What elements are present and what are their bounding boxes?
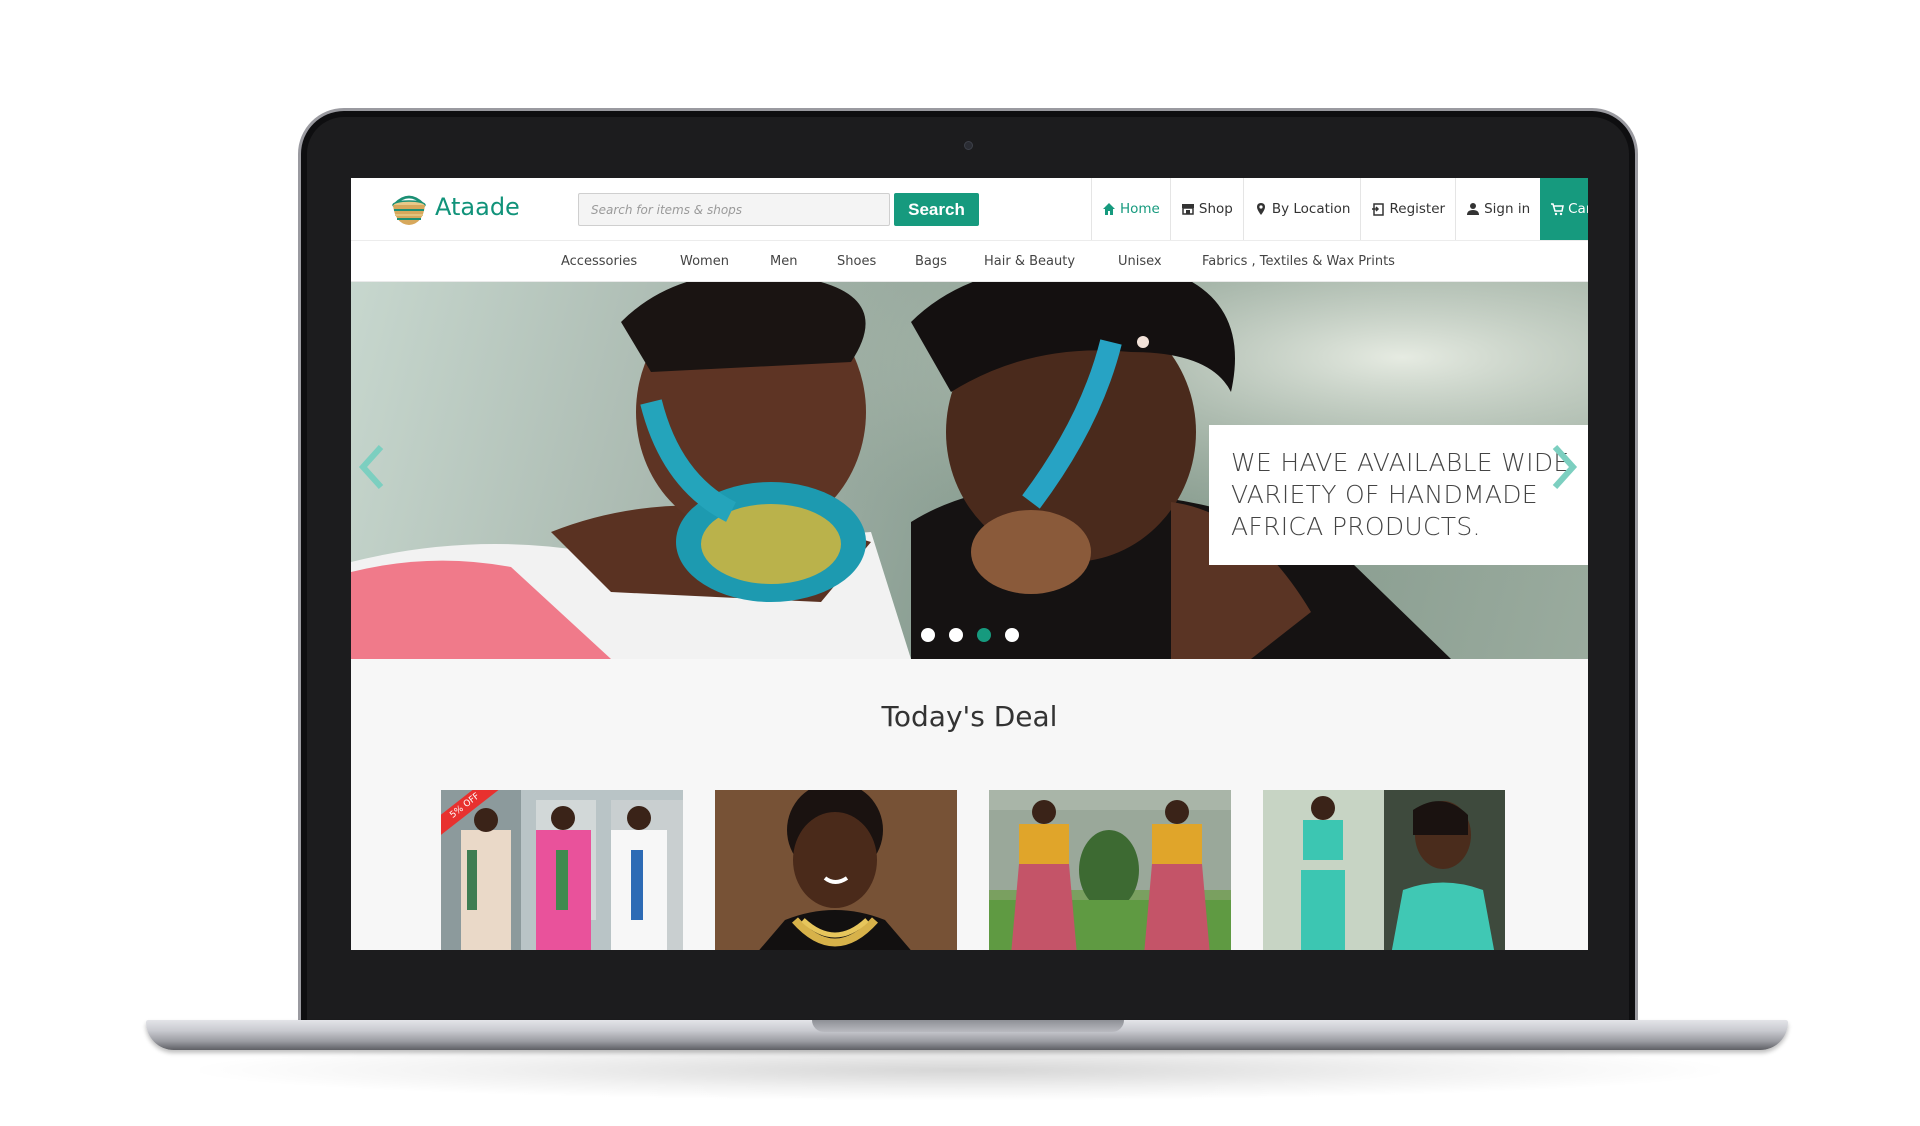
- basket-logo-icon[interactable]: [389, 190, 429, 228]
- nav-home-label: Home: [1120, 201, 1160, 217]
- slider-dots: [921, 628, 1019, 642]
- hero-slider: We have available wide variety of handma…: [351, 282, 1588, 659]
- deals-title: Today's Deal: [881, 700, 1058, 733]
- deal-card-2[interactable]: [715, 790, 957, 950]
- home-icon: [1103, 203, 1115, 215]
- deal-image-2: [715, 790, 957, 950]
- nav-cart[interactable]: Cart (2): [1540, 178, 1588, 240]
- laptop-hinge-notch: [812, 1020, 1124, 1032]
- nav-by-location[interactable]: By Location: [1242, 178, 1361, 240]
- category-hair-beauty[interactable]: Hair & Beauty: [984, 254, 1075, 269]
- deal-card-4[interactable]: [1263, 790, 1505, 950]
- search-button[interactable]: Search: [894, 193, 979, 226]
- nav-register-label: Register: [1389, 201, 1446, 217]
- hero-caption: We have available wide variety of handma…: [1231, 448, 1570, 541]
- category-bags[interactable]: Bags: [915, 254, 947, 269]
- chevron-left-icon[interactable]: [355, 443, 389, 491]
- top-nav: Home Shop By Location Register Sign in C…: [1091, 178, 1588, 240]
- nav-sign-in[interactable]: Sign in: [1455, 178, 1540, 240]
- nav-shop-label: Shop: [1198, 201, 1233, 217]
- brand-name[interactable]: Ataade: [435, 193, 520, 221]
- nav-cart-label: Cart (2): [1568, 201, 1588, 217]
- slider-dot-2[interactable]: [949, 628, 963, 642]
- deal-card-1[interactable]: 5% OFF: [441, 790, 683, 950]
- category-bar: Accessories Women Men Shoes Bags Hair & …: [351, 241, 1588, 282]
- category-unisex[interactable]: Unisex: [1118, 254, 1162, 269]
- map-pin-icon: [1256, 203, 1265, 215]
- slider-dot-1[interactable]: [921, 628, 935, 642]
- shop-icon: [1181, 204, 1194, 215]
- slider-dot-3[interactable]: [977, 628, 991, 642]
- slider-dot-4[interactable]: [1005, 628, 1019, 642]
- category-women[interactable]: Women: [680, 254, 729, 269]
- nav-sign-in-label: Sign in: [1484, 201, 1531, 217]
- cart-icon: [1551, 203, 1565, 216]
- search-input[interactable]: [578, 193, 890, 226]
- category-men[interactable]: Men: [770, 254, 797, 269]
- chevron-right-icon[interactable]: [1547, 443, 1581, 491]
- nav-register[interactable]: Register: [1360, 178, 1455, 240]
- deal-image-3: [989, 790, 1231, 950]
- hero-caption-box: We have available wide variety of handma…: [1209, 425, 1588, 565]
- category-accessories[interactable]: Accessories: [561, 254, 637, 269]
- user-icon: [1467, 203, 1480, 215]
- category-fabrics[interactable]: Fabrics , Textiles & Wax Prints: [1202, 254, 1395, 269]
- browser-viewport: Ataade Search Home Shop: [351, 178, 1588, 950]
- deal-image-4: [1263, 790, 1505, 950]
- register-icon: [1372, 203, 1385, 216]
- deal-image-1: [441, 790, 683, 950]
- category-shoes[interactable]: Shoes: [837, 254, 876, 269]
- site-header: Ataade Search Home Shop: [351, 178, 1588, 240]
- nav-by-location-label: By Location: [1271, 201, 1351, 217]
- webcam: [964, 141, 973, 150]
- nav-home[interactable]: Home: [1091, 178, 1170, 240]
- nav-shop[interactable]: Shop: [1169, 178, 1243, 240]
- deal-card-3[interactable]: [989, 790, 1231, 950]
